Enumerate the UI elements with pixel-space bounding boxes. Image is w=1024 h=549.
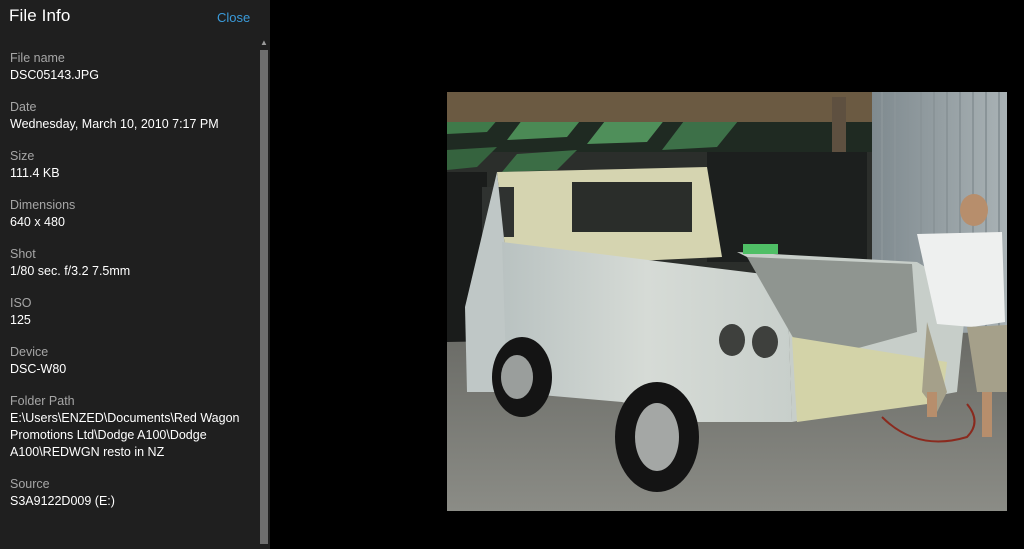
panel-header: File Info Close: [0, 0, 270, 36]
file-info-fields: File name DSC05143.JPG Date Wednesday, M…: [10, 50, 250, 525]
field-label: File name: [10, 51, 65, 65]
field-device: Device DSC-W80: [10, 344, 250, 378]
field-value: Wednesday, March 10, 2010 7:17 PM: [10, 117, 219, 131]
field-value: 1/80 sec. f/3.2 7.5mm: [10, 264, 131, 278]
field-dimensions: Dimensions 640 x 480: [10, 197, 250, 231]
field-shot: Shot 1/80 sec. f/3.2 7.5mm: [10, 246, 250, 280]
field-value: 640 x 480: [10, 215, 65, 229]
field-folder-path: Folder Path E:\Users\ENZED\Documents\Red…: [10, 393, 250, 461]
panel-scrollbar[interactable]: ▲: [258, 38, 270, 547]
field-date: Date Wednesday, March 10, 2010 7:17 PM: [10, 99, 250, 133]
scrollbar-thumb[interactable]: [260, 50, 268, 544]
field-label: Shot: [10, 247, 36, 261]
field-label: Size: [10, 149, 35, 163]
field-label: Source: [10, 477, 50, 491]
field-label: Folder Path: [10, 394, 75, 408]
photo-image[interactable]: [447, 92, 1007, 511]
scroll-up-arrow-icon[interactable]: ▲: [259, 38, 269, 48]
image-viewer: [270, 0, 1024, 549]
field-label: Date: [10, 100, 37, 114]
field-source: Source S3A9122D009 (E:): [10, 476, 250, 510]
photos-app-window: File Info Close File name DSC05143.JPG D…: [0, 0, 1024, 549]
field-value: E:\Users\ENZED\Documents\Red Wagon Promo…: [10, 411, 240, 459]
field-value: 125: [10, 313, 31, 327]
field-size: Size 111.4 KB: [10, 148, 250, 182]
field-label: Dimensions: [10, 198, 76, 212]
field-label: ISO: [10, 296, 32, 310]
close-button[interactable]: Close: [217, 10, 250, 25]
field-iso: ISO 125: [10, 295, 250, 329]
field-value: 111.4 KB: [10, 166, 60, 180]
field-value: DSC-W80: [10, 362, 67, 376]
field-file-name: File name DSC05143.JPG: [10, 50, 250, 84]
panel-title: File Info: [9, 6, 71, 25]
file-info-panel: File Info Close File name DSC05143.JPG D…: [0, 0, 270, 549]
field-value: DSC05143.JPG: [10, 68, 99, 82]
photo-of-pickup-truck-icon: [447, 92, 1007, 511]
field-label: Device: [10, 345, 49, 359]
field-value: S3A9122D009 (E:): [10, 494, 115, 508]
